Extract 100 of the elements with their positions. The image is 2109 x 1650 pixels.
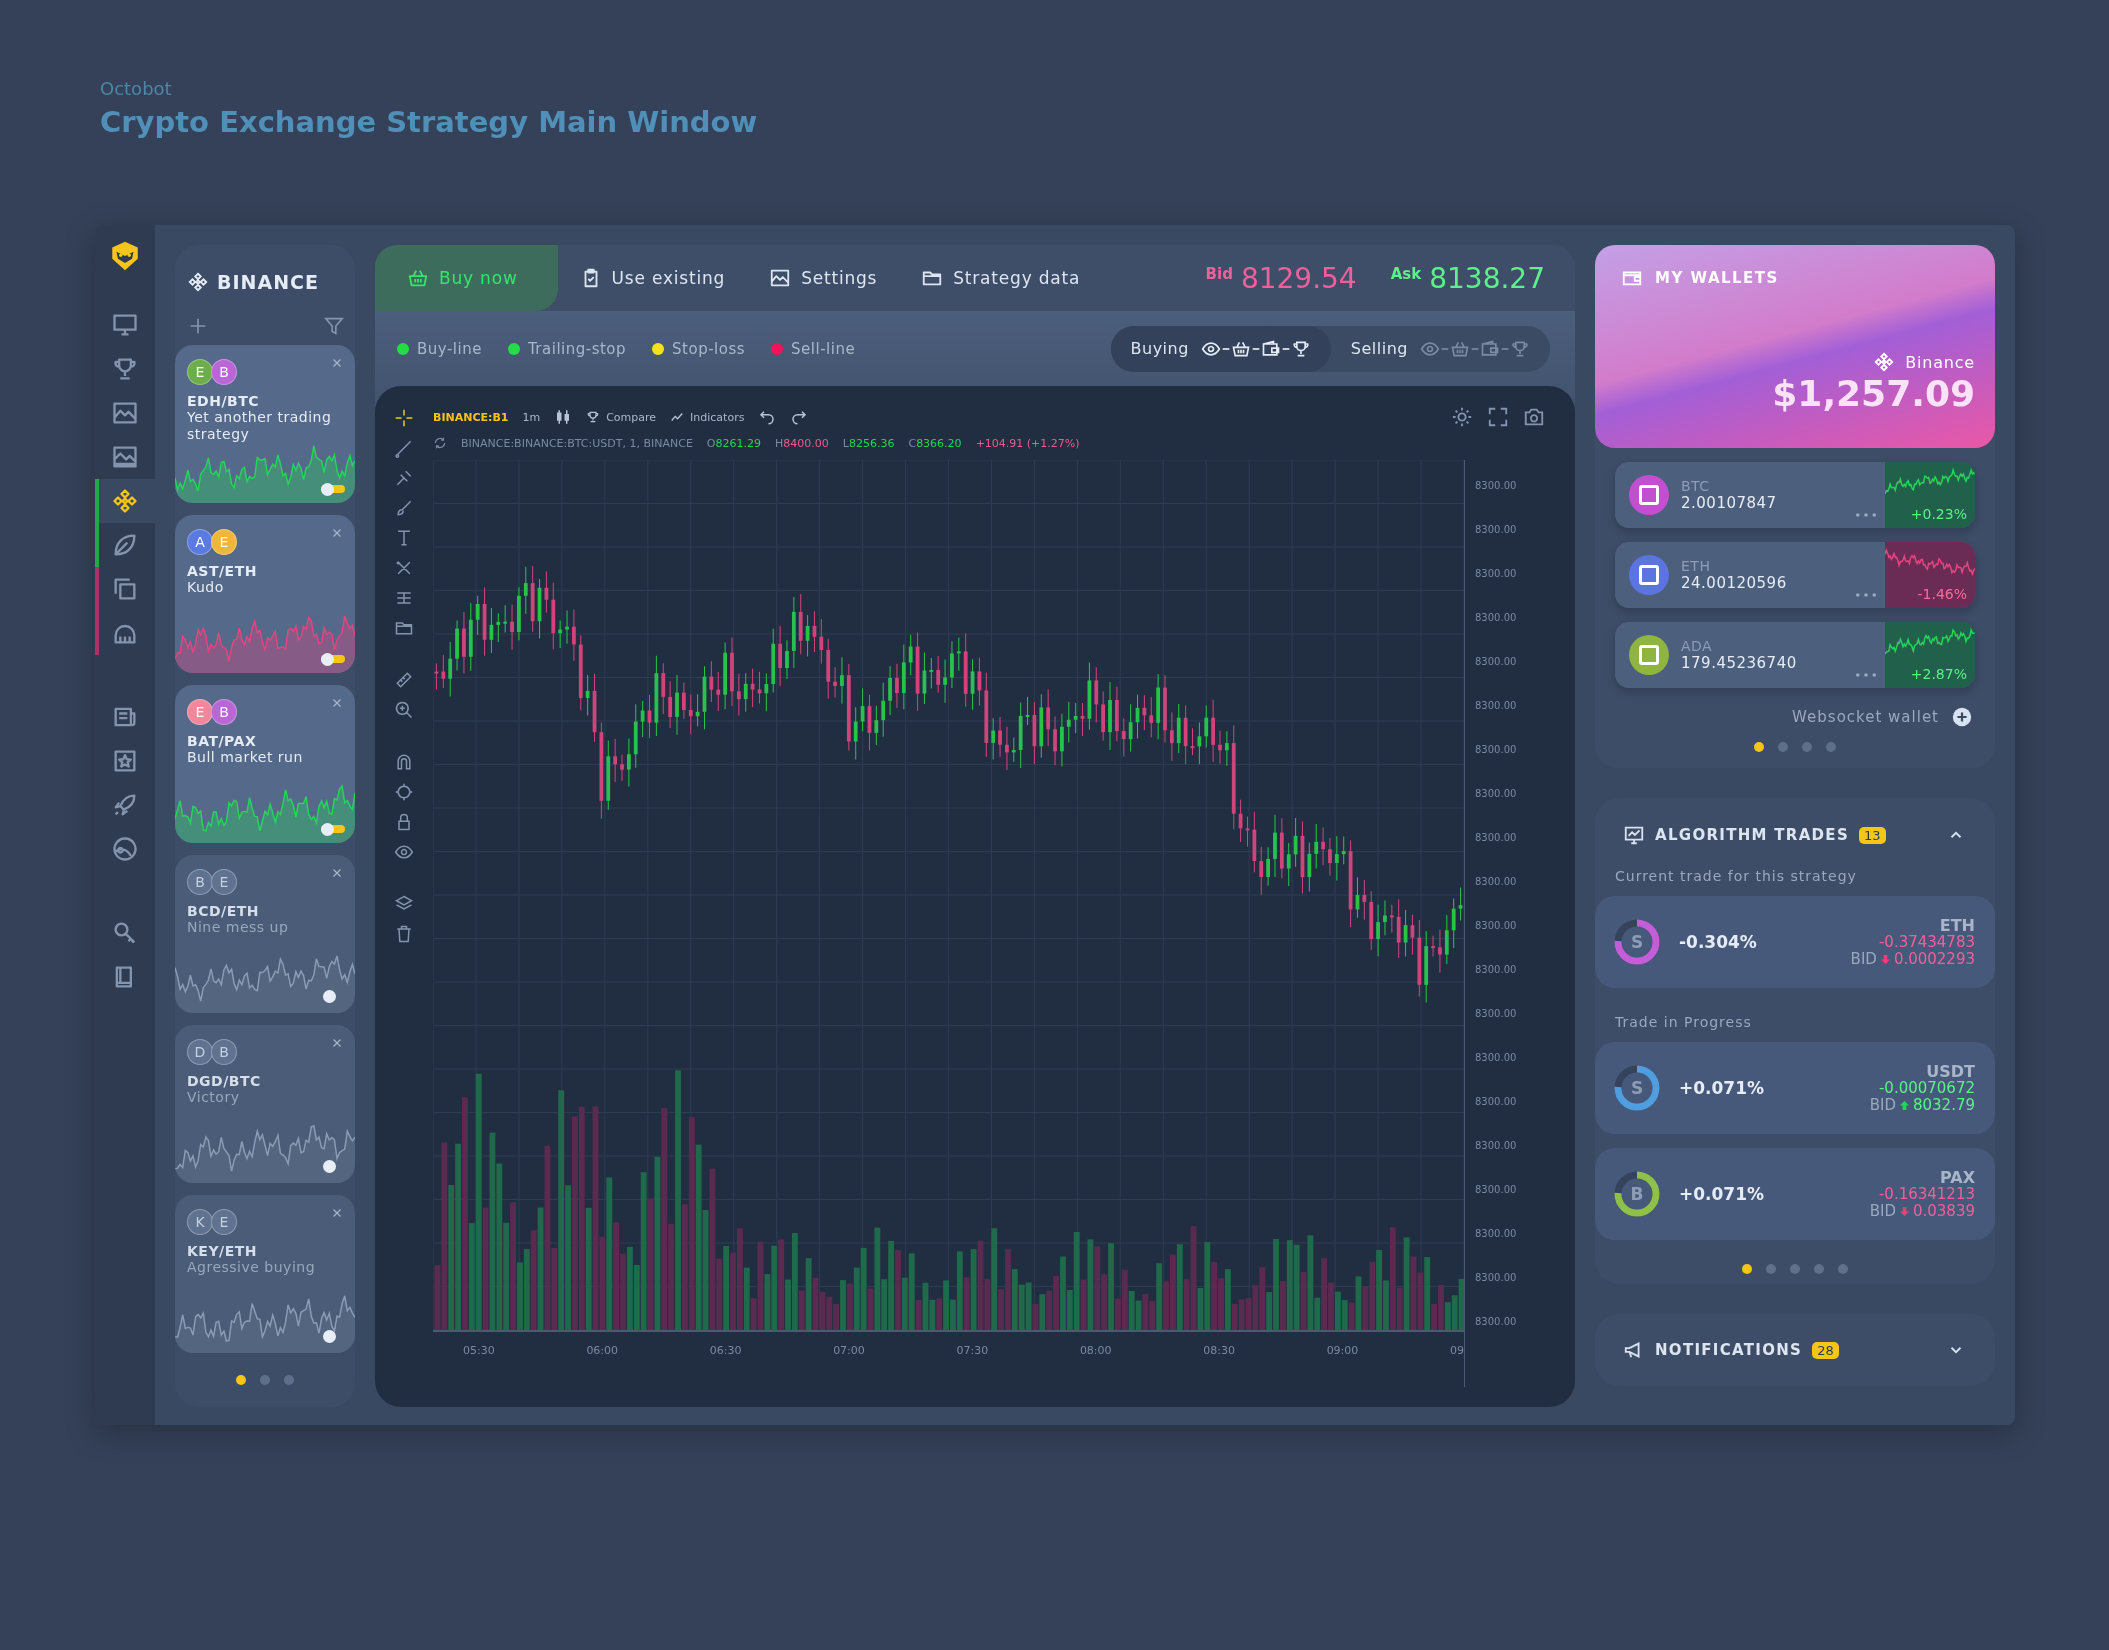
coin-badge: E [187, 359, 213, 385]
redo-icon[interactable] [790, 408, 809, 426]
trash-tool-icon[interactable] [394, 924, 414, 944]
settings-icon[interactable] [1451, 406, 1473, 428]
page-dot[interactable] [1838, 1264, 1848, 1274]
section-title: NOTIFICATIONS [1655, 1341, 1803, 1359]
ruler-tool-icon[interactable] [394, 670, 414, 690]
price-change: +104.91 (+1.27%) [975, 436, 1080, 450]
page-dot[interactable] [236, 1375, 246, 1385]
notifications-card[interactable]: NOTIFICATIONS 28 [1595, 1314, 1995, 1386]
page-title: Crypto Exchange Strategy Main Window [100, 105, 759, 139]
more-icon[interactable] [1855, 592, 1877, 598]
coin-amount: 179.45236740 [1681, 654, 1798, 672]
price-label: 8300.00 [1475, 700, 1518, 711]
camera-icon[interactable] [1523, 406, 1545, 428]
toggle-switch[interactable] [321, 655, 345, 663]
more-icon[interactable] [1855, 512, 1877, 518]
strategy-card[interactable]: D B DGD/BTC Victory [175, 1025, 355, 1183]
brush-tool-icon[interactable] [394, 498, 414, 518]
close-icon[interactable] [331, 697, 343, 709]
undo-icon[interactable] [758, 408, 777, 426]
legend-label: Trailing-stop [527, 339, 627, 358]
refresh-icon[interactable] [433, 436, 447, 450]
ohlc-label: O [706, 436, 716, 450]
basket-icon [407, 267, 429, 289]
trade-card[interactable]: B +0.071% PAX -0.16341213 BID 0.03839 [1595, 1148, 1995, 1240]
strategy-pair: EDH/BTC [187, 393, 260, 409]
close-icon[interactable] [331, 867, 343, 879]
close-icon[interactable] [331, 1037, 343, 1049]
down-arrow-icon [1879, 953, 1891, 965]
line-tool-icon[interactable] [394, 438, 414, 458]
toolbar-tab[interactable]: Settings [747, 245, 900, 311]
coin-badge: K [187, 1209, 213, 1235]
page-dot[interactable] [1754, 742, 1764, 752]
strategy-card[interactable]: B E BCD/ETH Nine mess up [175, 855, 355, 1013]
coin-badge: D [187, 1039, 213, 1065]
page-dot[interactable] [1790, 1264, 1800, 1274]
down-arrow-icon [1898, 1205, 1910, 1217]
multi-tool-icon[interactable] [394, 468, 414, 488]
eye-tool-icon[interactable] [394, 842, 414, 862]
filter-icon[interactable] [323, 315, 345, 337]
cross-tool-icon[interactable] [394, 408, 414, 428]
toggle-switch[interactable] [321, 485, 345, 493]
coin-badge: E [211, 869, 237, 895]
zoom-tool-icon[interactable] [394, 700, 414, 720]
strategy-card[interactable]: E B BAT/PAX Bull market run [175, 685, 355, 843]
page-dot[interactable] [1766, 1264, 1776, 1274]
fullscreen-icon[interactable] [1487, 406, 1509, 428]
page-dot[interactable] [1814, 1264, 1824, 1274]
wallet-row[interactable]: ADA 179.45236740 +2.87% [1615, 622, 1975, 688]
ohlc-value: 8400.00 [783, 436, 829, 450]
count-badge: 13 [1859, 826, 1886, 844]
page-dot[interactable] [260, 1375, 270, 1385]
price-label: 8300.00 [1475, 1272, 1518, 1283]
nav-item[interactable] [95, 479, 155, 523]
page-dot[interactable] [1802, 742, 1812, 752]
strategy-pair: AST/ETH [187, 563, 258, 579]
strategy-card[interactable]: K E KEY/ETH Agressive buying [175, 1195, 355, 1353]
toggle-switch[interactable] [321, 825, 345, 833]
target-tool-icon[interactable] [394, 782, 414, 802]
toolbar-tab[interactable]: Strategy data [899, 245, 1103, 311]
strategy-card[interactable]: A E AST/ETH Kudo [175, 515, 355, 673]
price-label: 8300.00 [1475, 1008, 1518, 1019]
price-label: 8300.00 [1475, 568, 1518, 579]
page-dot[interactable] [1826, 742, 1836, 752]
chart-symbol[interactable]: BINANCE:B1 [433, 410, 509, 424]
compare-button[interactable]: Compare [586, 410, 657, 424]
trade-coin: USDT [1926, 1062, 1975, 1081]
toolbar-tab[interactable]: Use existing [557, 245, 748, 311]
trade-card[interactable]: S -0.304% ETH -0.37434783 BID 0.0002293 [1595, 896, 1995, 988]
toolbar-tab[interactable]: Buy now [375, 245, 558, 311]
websocket-wallet-link[interactable]: Websocket wallet [1792, 708, 1939, 726]
page-dot[interactable] [284, 1375, 294, 1385]
binance-logo-icon [187, 271, 209, 293]
indicators-button[interactable]: Indicators [670, 410, 745, 424]
strategy-card[interactable]: E B EDH/BTC Yet another trading strategy [175, 345, 355, 503]
page-dot[interactable] [1778, 742, 1788, 752]
more-icon[interactable] [1855, 672, 1877, 678]
price-label: 8300.00 [1475, 524, 1518, 535]
wallet-trend-chart: +0.23% [1885, 462, 1975, 528]
interval-button[interactable]: 1m [522, 410, 541, 424]
time-label: 06:30 [709, 1344, 742, 1357]
close-icon[interactable] [331, 527, 343, 539]
close-icon[interactable] [331, 1207, 343, 1219]
ohlc-value: 8261.29 [715, 436, 761, 450]
coin-amount: 24.00120596 [1681, 574, 1788, 592]
page-dot[interactable] [1742, 1264, 1752, 1274]
price-label: 8300.00 [1475, 920, 1518, 931]
trade-card[interactable]: S +0.071% USDT -0.00070672 BID 8032.79 [1595, 1042, 1995, 1134]
ask-label: Ask [1390, 265, 1422, 283]
coin-symbol: ADA [1681, 638, 1714, 654]
price-label: 8300.00 [1475, 876, 1518, 887]
price-label: 8300.00 [1475, 788, 1518, 799]
close-icon[interactable] [331, 357, 343, 369]
wallet-row[interactable]: BTC 2.00107847 +0.23% [1615, 462, 1975, 528]
wallet-row[interactable]: ETH 24.00120596 -1.46% [1615, 542, 1975, 608]
magnet-tool-icon[interactable] [394, 752, 414, 772]
add-circle-icon[interactable] [1951, 706, 1973, 728]
bid-label: BID [1850, 950, 1877, 968]
coin-badge: B [211, 359, 237, 385]
